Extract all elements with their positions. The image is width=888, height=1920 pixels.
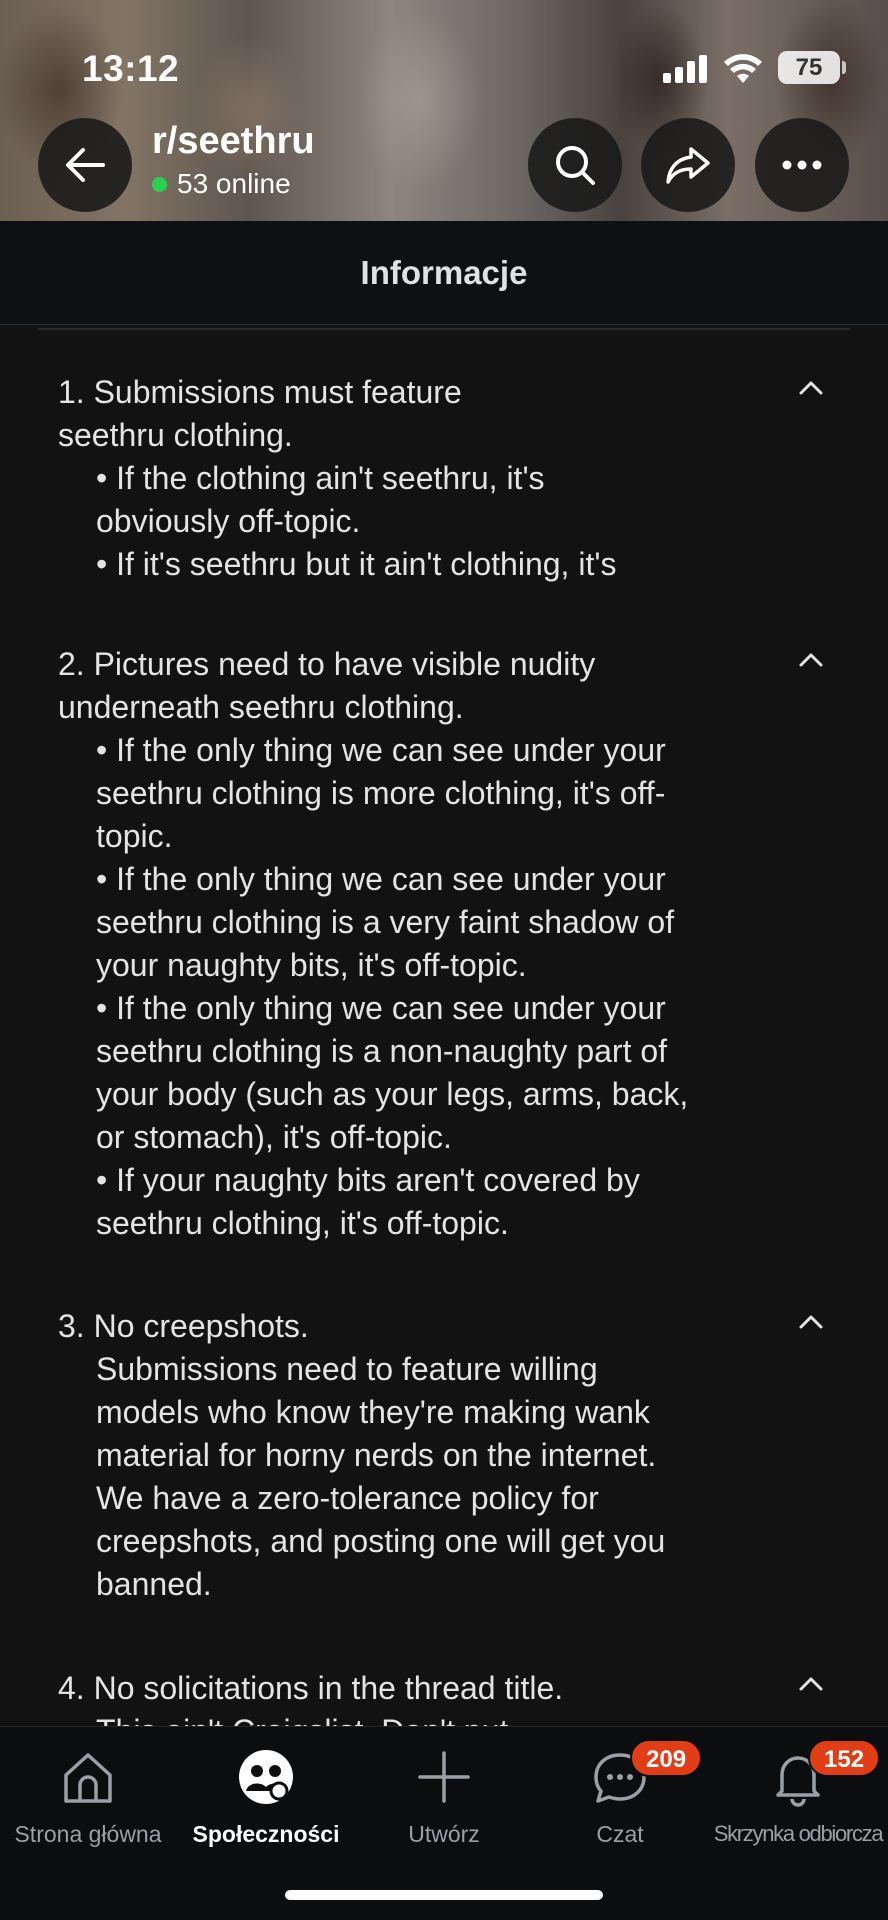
- rule-body: • If the clothing ain't seethru, it's ob…: [96, 457, 786, 586]
- chevron-up-icon[interactable]: [797, 650, 825, 670]
- search-button[interactable]: [528, 118, 622, 212]
- rule-line: your naughty bits, it's off-topic.: [96, 947, 527, 983]
- share-icon: [666, 147, 710, 184]
- rule-line: seethru clothing is a non-naughty part o…: [96, 1033, 668, 1069]
- status-time: 13:12: [82, 48, 180, 89]
- arrow-left-icon: [66, 148, 105, 182]
- rule-line: This ain't Craigslist. Don't put: [96, 1710, 786, 1726]
- rule-line: We have a zero-tolerance policy for: [96, 1480, 599, 1516]
- rule-line: obviously off-topic.: [96, 503, 361, 539]
- nav-inbox[interactable]: 152 Skrzynka odbiorcza: [708, 1727, 888, 1857]
- rule-item[interactable]: 1. Submissions must feature seethru clot…: [0, 330, 888, 590]
- battery-icon: 75: [778, 51, 840, 84]
- rule-body: • If the only thing we can see under you…: [96, 729, 786, 1245]
- nav-communities[interactable]: Społeczności: [176, 1727, 356, 1857]
- online-text: 53 online: [177, 168, 291, 199]
- nav-chat[interactable]: 209 Czat: [532, 1727, 708, 1857]
- page-title: Informacje: [360, 253, 528, 291]
- rule-line: • If the only thing we can see under you…: [96, 990, 666, 1026]
- chevron-up-icon[interactable]: [797, 1674, 825, 1694]
- rule-line: banned.: [96, 1566, 212, 1602]
- communities-icon: [239, 1750, 293, 1804]
- online-count: 53 online: [152, 168, 291, 200]
- rule-line: seethru clothing is more clothing, it's …: [96, 775, 666, 811]
- cellular-signal-icon: [663, 55, 709, 83]
- nav-chat-label: Czat: [596, 1821, 644, 1847]
- rule-item[interactable]: 4. No solicitations in the thread title.…: [0, 1664, 888, 1726]
- rule-body: Submissions need to feature willing mode…: [96, 1348, 786, 1606]
- share-button[interactable]: [641, 118, 735, 212]
- home-indicator[interactable]: [285, 1890, 603, 1900]
- battery-tip: [842, 61, 846, 74]
- rule-line: your body (such as your legs, arms, back…: [96, 1076, 689, 1112]
- search-icon: [556, 146, 595, 185]
- rule-item[interactable]: 2. Pictures need to have visible nudity …: [0, 640, 888, 1260]
- rule-item[interactable]: 3. No creepshots. Submissions need to fe…: [0, 1302, 888, 1632]
- rule-line: material for horny nerds on the internet…: [96, 1437, 657, 1473]
- page-header: Informacje: [0, 221, 888, 325]
- rule-line: seethru clothing, it's off-topic.: [96, 1205, 509, 1241]
- inbox-badge: 152: [808, 1739, 881, 1777]
- nav-communities-label: Społeczności: [192, 1821, 340, 1847]
- battery-level: 75: [795, 54, 823, 81]
- rule-line: creepshots, and posting one will get you: [96, 1523, 666, 1559]
- chevron-up-icon[interactable]: [797, 1312, 825, 1332]
- nav-create[interactable]: Utwórz: [356, 1727, 532, 1857]
- rule-title: 4. No solicitations in the thread title.: [58, 1670, 564, 1706]
- chat-badge: 209: [630, 1739, 703, 1777]
- rule-title: 1. Submissions must feature seethru clot…: [58, 374, 462, 453]
- chevron-up-icon[interactable]: [797, 378, 825, 398]
- rule-line: Submissions need to feature willing: [96, 1351, 598, 1387]
- status-bar: 13:12 75: [0, 0, 888, 120]
- wifi-icon: [724, 54, 762, 83]
- rule-line: • If it's seethru but it ain't clothing,…: [96, 546, 617, 582]
- rule-line: topic.: [96, 818, 173, 854]
- nav-inbox-label: Skrzynka odbiorcza: [713, 1821, 884, 1846]
- rule-line: • If your naughty bits aren't covered by: [96, 1162, 640, 1198]
- more-dots-icon: [782, 160, 822, 170]
- rule-title: 2. Pictures need to have visible nudity …: [58, 646, 596, 725]
- rule-line: • If the clothing ain't seethru, it's: [96, 460, 545, 496]
- home-icon: [64, 1753, 112, 1803]
- rule-body: This ain't Craigslist. Don't put: [96, 1710, 786, 1726]
- rule-line: • If the only thing we can see under you…: [96, 861, 666, 897]
- nav-home[interactable]: Strona główna: [0, 1727, 176, 1857]
- more-options-button[interactable]: [755, 118, 849, 212]
- nav-create-label: Utwórz: [408, 1821, 480, 1847]
- rule-line: • If the only thing we can see under you…: [96, 732, 666, 768]
- rule-title: 3. No creepshots.: [58, 1308, 309, 1344]
- nav-home-label: Strona główna: [14, 1821, 162, 1847]
- rules-list: 1. Submissions must feature seethru clot…: [0, 330, 888, 1726]
- rule-line: models who know they're making wank: [96, 1394, 650, 1430]
- rule-line: seethru clothing is a very faint shadow …: [96, 904, 675, 940]
- plus-icon: [418, 1751, 470, 1803]
- online-dot-icon: [152, 176, 167, 192]
- back-button[interactable]: [38, 118, 132, 212]
- rule-line: or stomach), it's off-topic.: [96, 1119, 452, 1155]
- subreddit-name[interactable]: r/seethru: [152, 120, 315, 163]
